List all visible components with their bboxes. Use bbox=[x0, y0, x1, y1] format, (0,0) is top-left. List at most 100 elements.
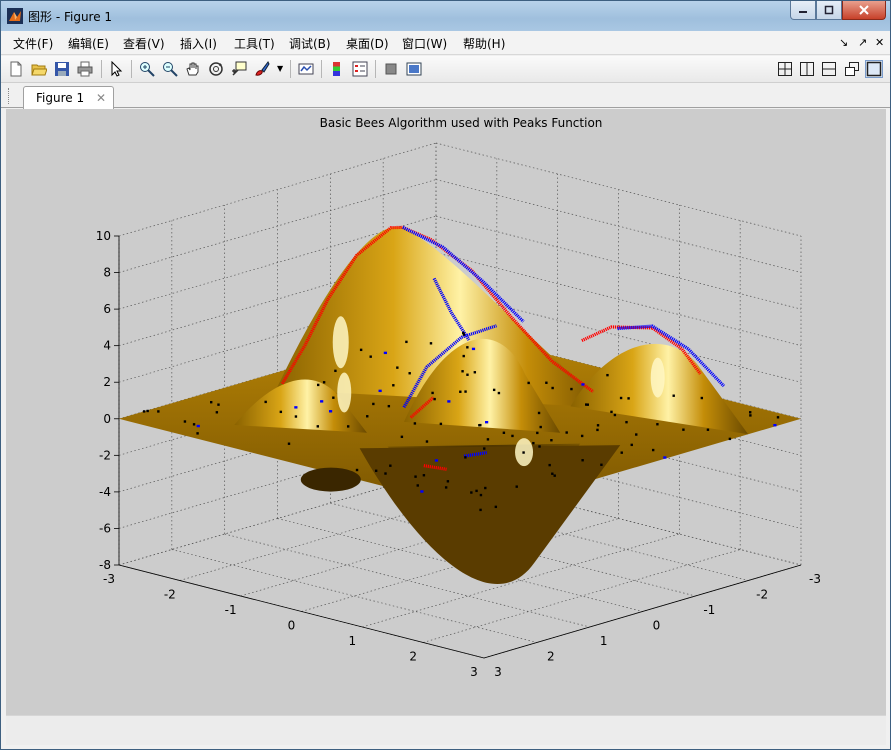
scout-point bbox=[497, 391, 501, 395]
tile-grid-button[interactable] bbox=[776, 60, 794, 78]
scout-point bbox=[425, 440, 429, 443]
menu-edit[interactable]: 编辑(E) bbox=[68, 35, 109, 52]
tab-grip[interactable] bbox=[8, 88, 11, 104]
menu-file[interactable]: 文件(F) bbox=[13, 35, 53, 52]
scout-point bbox=[492, 388, 496, 392]
scout-point bbox=[749, 411, 752, 414]
dock-arrow-icon[interactable]: ↘ bbox=[839, 36, 848, 49]
menu-help[interactable]: 帮助(H) bbox=[463, 35, 505, 52]
edit-plot-button[interactable] bbox=[107, 60, 125, 78]
close-icon bbox=[859, 5, 869, 15]
title-bar[interactable]: 图形 - Figure 1 bbox=[1, 1, 890, 31]
tile-rows-button[interactable] bbox=[820, 60, 838, 78]
chevron-down-icon[interactable]: ▼ bbox=[277, 64, 283, 73]
scout-point bbox=[413, 422, 417, 425]
scout-point-blue bbox=[196, 424, 200, 428]
scout-point bbox=[553, 474, 556, 477]
figure-canvas[interactable]: 10 8 6 4 2 0 -2 -4 -6 -8 -3 -2 -1 0 1 2 3 3 2 1 0 -1 -2 -3 Basi… bbox=[6, 109, 886, 715]
scout-point bbox=[142, 410, 146, 413]
scout-point bbox=[439, 422, 443, 426]
scout-point bbox=[396, 366, 399, 369]
scout-point bbox=[619, 396, 623, 400]
scout-point bbox=[536, 431, 539, 435]
scout-point bbox=[551, 386, 554, 390]
pointer-arrow-icon bbox=[111, 61, 123, 77]
print-button[interactable] bbox=[76, 60, 94, 78]
scout-point bbox=[470, 491, 473, 494]
scout-point bbox=[400, 435, 404, 439]
scout-point bbox=[414, 475, 417, 478]
link-plot-button[interactable] bbox=[297, 60, 315, 78]
new-figure-button[interactable] bbox=[7, 60, 25, 78]
colorbar-button[interactable] bbox=[328, 60, 346, 78]
scout-point bbox=[464, 456, 467, 459]
y-tick-label: 0 bbox=[653, 619, 661, 633]
close-button[interactable] bbox=[842, 1, 886, 20]
float-layout-button[interactable] bbox=[843, 60, 861, 78]
scout-point bbox=[279, 410, 283, 414]
x-tick-label: 2 bbox=[409, 650, 417, 664]
menu-close-icon[interactable]: ✕ bbox=[875, 36, 884, 49]
tile-columns-button[interactable] bbox=[798, 60, 816, 78]
scout-point bbox=[384, 472, 387, 475]
menu-window[interactable]: 窗口(W) bbox=[402, 35, 447, 52]
scout-point bbox=[446, 480, 450, 483]
scout-point bbox=[486, 438, 490, 441]
window-title: 图形 - Figure 1 bbox=[28, 10, 113, 24]
scout-point bbox=[479, 423, 482, 427]
brush-button[interactable] bbox=[253, 60, 271, 78]
rotate-icon bbox=[209, 62, 223, 76]
tab-close-icon[interactable]: ✕ bbox=[96, 91, 106, 105]
scout-point-blue bbox=[420, 490, 424, 493]
menu-debug[interactable]: 调试(B) bbox=[289, 35, 331, 52]
scout-point bbox=[682, 428, 685, 431]
y-tick-label: 1 bbox=[600, 634, 608, 648]
scout-point bbox=[539, 425, 542, 429]
zoom-out-button[interactable] bbox=[161, 60, 179, 78]
z-tick-label: -4 bbox=[99, 485, 111, 499]
minimize-icon bbox=[799, 11, 807, 13]
hand-icon bbox=[186, 62, 199, 76]
x-tick-label: -1 bbox=[225, 603, 237, 617]
pan-button[interactable] bbox=[184, 60, 202, 78]
x-tick-label: -3 bbox=[103, 572, 115, 586]
scout-point bbox=[374, 469, 378, 472]
data-cursor-button[interactable] bbox=[230, 60, 248, 78]
hide-plot-tools-button[interactable] bbox=[382, 60, 400, 78]
print-icon bbox=[77, 61, 93, 77]
menu-desktop[interactable]: 桌面(D) bbox=[346, 35, 389, 52]
show-plot-tools-button[interactable] bbox=[405, 60, 423, 78]
maximize-button[interactable] bbox=[816, 1, 842, 20]
toolbar-separator bbox=[290, 60, 291, 78]
scout-point bbox=[672, 394, 675, 397]
brush-icon bbox=[255, 61, 270, 76]
rotate-3d-button[interactable] bbox=[207, 60, 225, 78]
scout-point bbox=[316, 425, 319, 428]
menu-insert[interactable]: 插入(I) bbox=[180, 35, 217, 52]
zoom-in-button[interactable] bbox=[138, 60, 156, 78]
scout-point bbox=[287, 442, 291, 445]
scout-point bbox=[466, 346, 469, 349]
y-tick-label: 3 bbox=[494, 665, 502, 679]
y-axis-line bbox=[483, 564, 802, 659]
undock-arrow-icon[interactable]: ↗ bbox=[858, 36, 867, 49]
scout-point-blue bbox=[581, 383, 585, 386]
tab-figure-1[interactable]: Figure 1 ✕ bbox=[23, 86, 114, 109]
menu-view[interactable]: 查看(V) bbox=[123, 35, 165, 52]
document-tab-bar: Figure 1 ✕ bbox=[1, 84, 890, 109]
new-file-icon bbox=[10, 61, 22, 77]
zoom-out-icon bbox=[163, 62, 178, 77]
open-file-button[interactable] bbox=[30, 60, 48, 78]
minimize-button[interactable] bbox=[790, 1, 816, 20]
scout-point bbox=[369, 355, 372, 358]
scout-point-blue bbox=[663, 456, 667, 459]
maximize-layout-button[interactable] bbox=[865, 60, 883, 78]
scout-point bbox=[475, 489, 478, 493]
scout-point bbox=[416, 484, 419, 487]
surface-plot[interactable]: 1086420-2-4-6-8-3-2-10123 3210-1-2-3 Basi… bbox=[6, 109, 886, 715]
scout-point bbox=[372, 402, 375, 406]
menu-tools[interactable]: 工具(T) bbox=[234, 35, 275, 52]
surface-valley-shadow bbox=[359, 445, 621, 585]
legend-button[interactable] bbox=[351, 60, 369, 78]
save-button[interactable] bbox=[53, 60, 71, 78]
